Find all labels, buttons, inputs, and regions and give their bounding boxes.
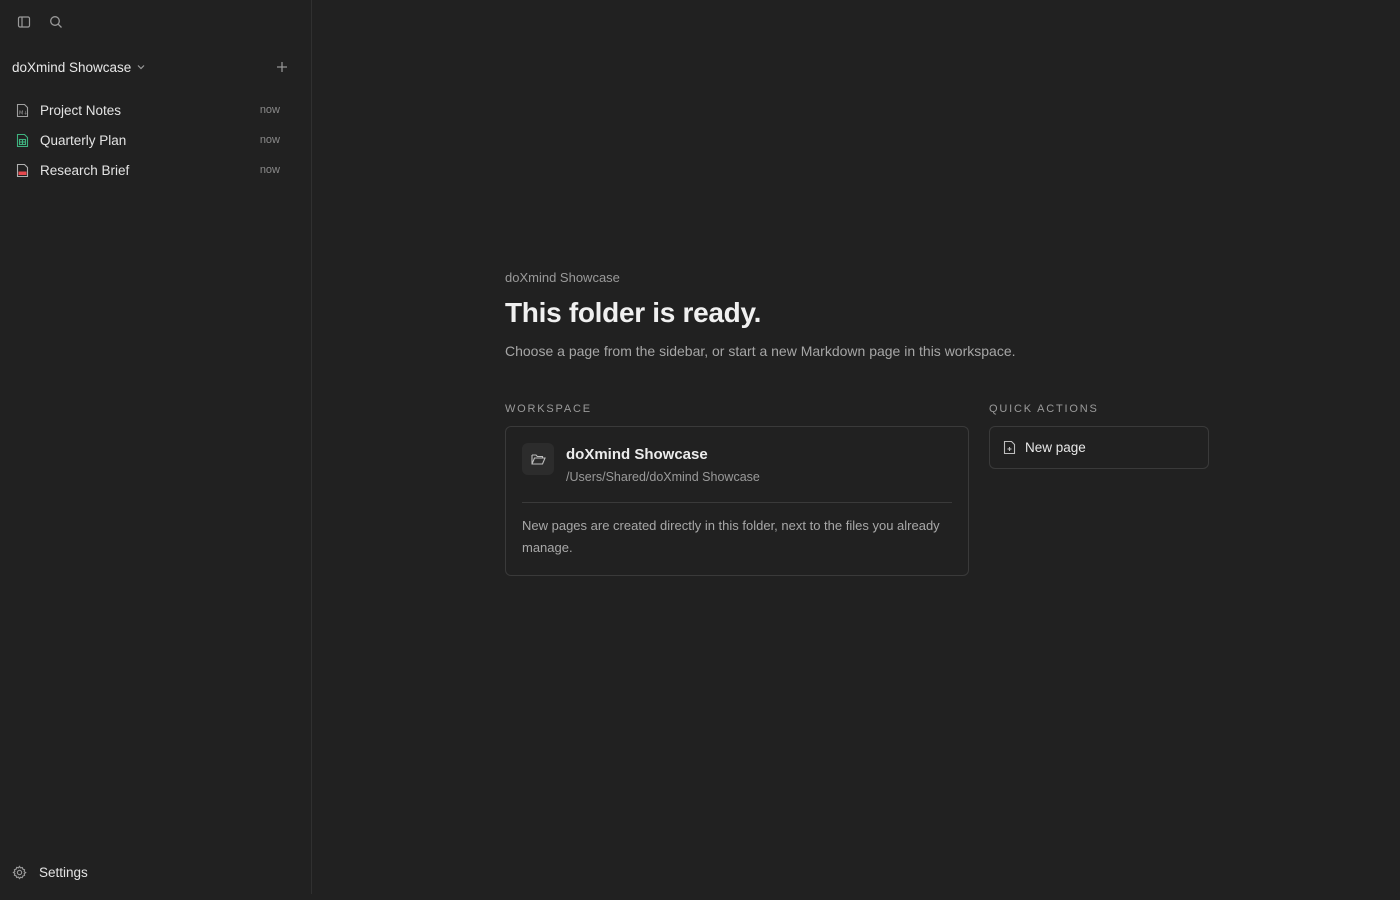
page-time: now (259, 104, 280, 116)
settings-button[interactable]: Settings (12, 861, 88, 883)
card-divider (522, 502, 952, 503)
svg-text:M↓: M↓ (19, 110, 28, 116)
new-page-label: New page (1025, 440, 1086, 455)
toggle-sidebar-icon[interactable] (14, 12, 34, 32)
plus-icon (277, 62, 287, 72)
new-page-button[interactable]: New page (989, 426, 1209, 469)
sidebar-item-research-brief[interactable]: Research Brief now (6, 155, 290, 185)
sidebar-item-project-notes[interactable]: M↓ Project Notes now (6, 95, 290, 125)
page-list: M↓ Project Notes now Quarterly Plan now (6, 95, 290, 185)
workspace-switcher[interactable]: doXmind Showcase (12, 60, 146, 75)
sidebar-item-quarterly-plan[interactable]: Quarterly Plan now (6, 125, 290, 155)
page-title: Project Notes (40, 102, 122, 118)
breadcrumb: doXmind Showcase (505, 270, 620, 285)
workspace-section-label: WORKSPACE (505, 403, 592, 415)
chevron-down-icon (137, 65, 145, 70)
page-subtitle: Choose a page from the sidebar, or start… (505, 343, 1016, 359)
workspace-card-note: New pages are created directly in this f… (522, 518, 940, 555)
main-panel: doXmind Showcase This folder is ready. C… (313, 0, 1400, 900)
pdf-file-icon (14, 162, 30, 178)
quick-actions-label: QUICK ACTIONS (989, 403, 1099, 415)
workspace-card: doXmind Showcase /Users/Shared/doXmind S… (505, 426, 969, 576)
workspace-card-name: doXmind Showcase (566, 446, 708, 463)
app-window: doXmind Showcase M↓ Project Notes now Qu… (0, 0, 1400, 900)
empty-state: doXmind Showcase This folder is ready. C… (505, 270, 1209, 576)
page-title: Quarterly Plan (40, 132, 127, 148)
settings-label: Settings (39, 864, 88, 880)
spreadsheet-file-icon (14, 132, 30, 148)
workspace-card-path: /Users/Shared/doXmind Showcase (566, 470, 760, 484)
workspace-name: doXmind Showcase (12, 59, 132, 75)
page-time: now (259, 134, 280, 146)
quick-actions-section: QUICK ACTIONS New page (989, 403, 1209, 469)
add-page-button[interactable] (272, 57, 292, 77)
sidebar-toolbar (14, 12, 66, 32)
workspace-header: doXmind Showcase (12, 56, 292, 78)
page-title: This folder is ready. (505, 297, 762, 328)
markdown-file-icon: M↓ (14, 102, 30, 118)
new-file-icon (1003, 440, 1016, 455)
gear-icon (12, 864, 27, 880)
search-icon[interactable] (46, 12, 66, 32)
folder-open-icon (522, 443, 554, 475)
page-time: now (259, 164, 280, 176)
sidebar: doXmind Showcase M↓ Project Notes now Qu… (0, 0, 312, 894)
workspace-section: WORKSPACE doXmind Showcase /Users/Shared… (505, 403, 969, 576)
page-title: Research Brief (40, 162, 130, 178)
